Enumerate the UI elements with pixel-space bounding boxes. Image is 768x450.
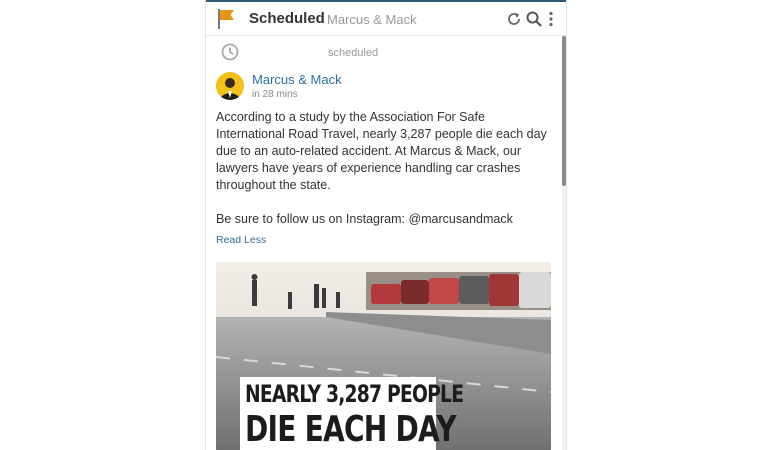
post-author-row: Marcus & Mack in 28 mins: [216, 71, 546, 105]
post-time: in 28 mins: [252, 89, 298, 100]
image-headline-line1: NEARLY 3,287 PEOPLE: [245, 380, 464, 408]
scrollbar[interactable]: [562, 36, 566, 450]
clock-icon: [221, 43, 239, 61]
scrollbar-thumb[interactable]: [562, 36, 566, 186]
refresh-icon[interactable]: [505, 10, 523, 28]
post-meta-row: scheduled: [206, 36, 566, 68]
avatar[interactable]: [216, 72, 244, 100]
flag-icon: [218, 9, 234, 29]
avatar-image: [216, 72, 244, 100]
post-body: According to a study by the Association …: [216, 109, 551, 194]
search-icon[interactable]: [525, 10, 543, 28]
post-body-text: According to a study by the Association …: [216, 110, 547, 192]
post-status: scheduled: [328, 47, 379, 59]
scheduled-column: Scheduled Marcus & Mack scheduled Marcus…: [205, 0, 567, 450]
more-vert-icon[interactable]: [545, 10, 557, 28]
post-follow-text: Be sure to follow us on Instagram: @marc…: [216, 212, 513, 226]
column-title: Scheduled: [249, 10, 325, 27]
column-subtitle: Marcus & Mack: [327, 12, 417, 27]
post-image[interactable]: NEARLY 3,287 PEOPLE DIE EACH DAY: [216, 262, 551, 450]
read-less-link[interactable]: Read Less: [216, 234, 266, 246]
author-name[interactable]: Marcus & Mack: [252, 72, 342, 87]
image-text-overlay: NEARLY 3,287 PEOPLE DIE EACH DAY: [240, 377, 464, 450]
image-headline-line2: DIE EACH DAY: [245, 409, 457, 450]
column-header: Scheduled Marcus & Mack: [206, 2, 566, 36]
